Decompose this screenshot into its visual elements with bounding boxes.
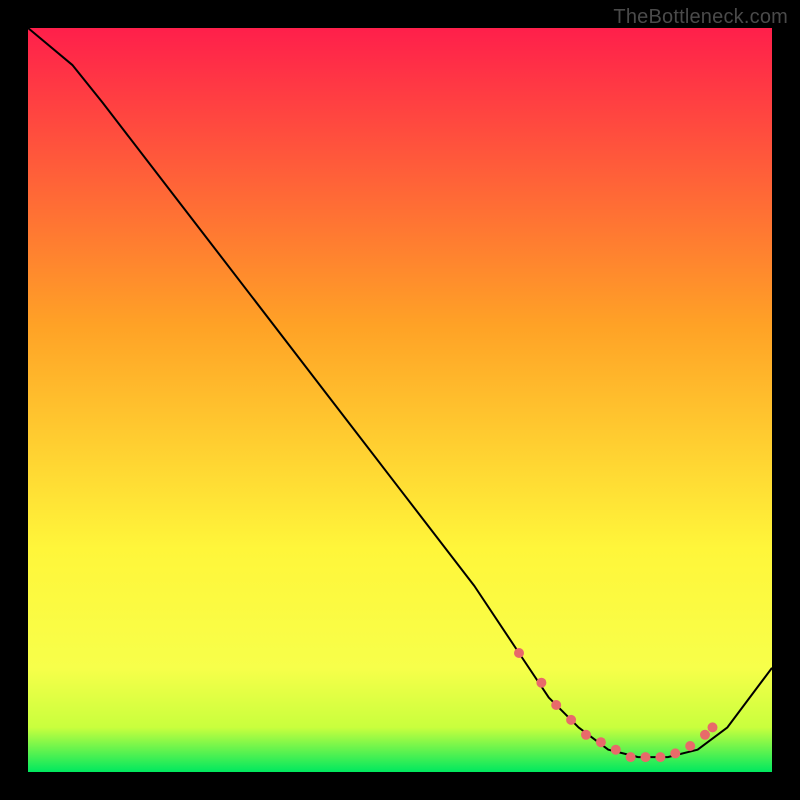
- bottleneck-chart: [28, 28, 772, 772]
- trough-marker: [611, 745, 621, 755]
- trough-marker: [685, 741, 695, 751]
- chart-gradient-bg: [28, 28, 772, 772]
- trough-marker: [536, 678, 546, 688]
- trough-marker: [655, 752, 665, 762]
- trough-marker: [596, 737, 606, 747]
- trough-marker: [514, 648, 524, 658]
- trough-marker: [551, 700, 561, 710]
- trough-marker: [641, 752, 651, 762]
- trough-marker: [670, 748, 680, 758]
- trough-marker: [581, 730, 591, 740]
- chart-surface: [28, 28, 772, 772]
- watermark-text: TheBottleneck.com: [613, 6, 788, 29]
- trough-marker: [708, 722, 718, 732]
- trough-marker: [566, 715, 576, 725]
- trough-marker: [626, 752, 636, 762]
- trough-marker: [700, 730, 710, 740]
